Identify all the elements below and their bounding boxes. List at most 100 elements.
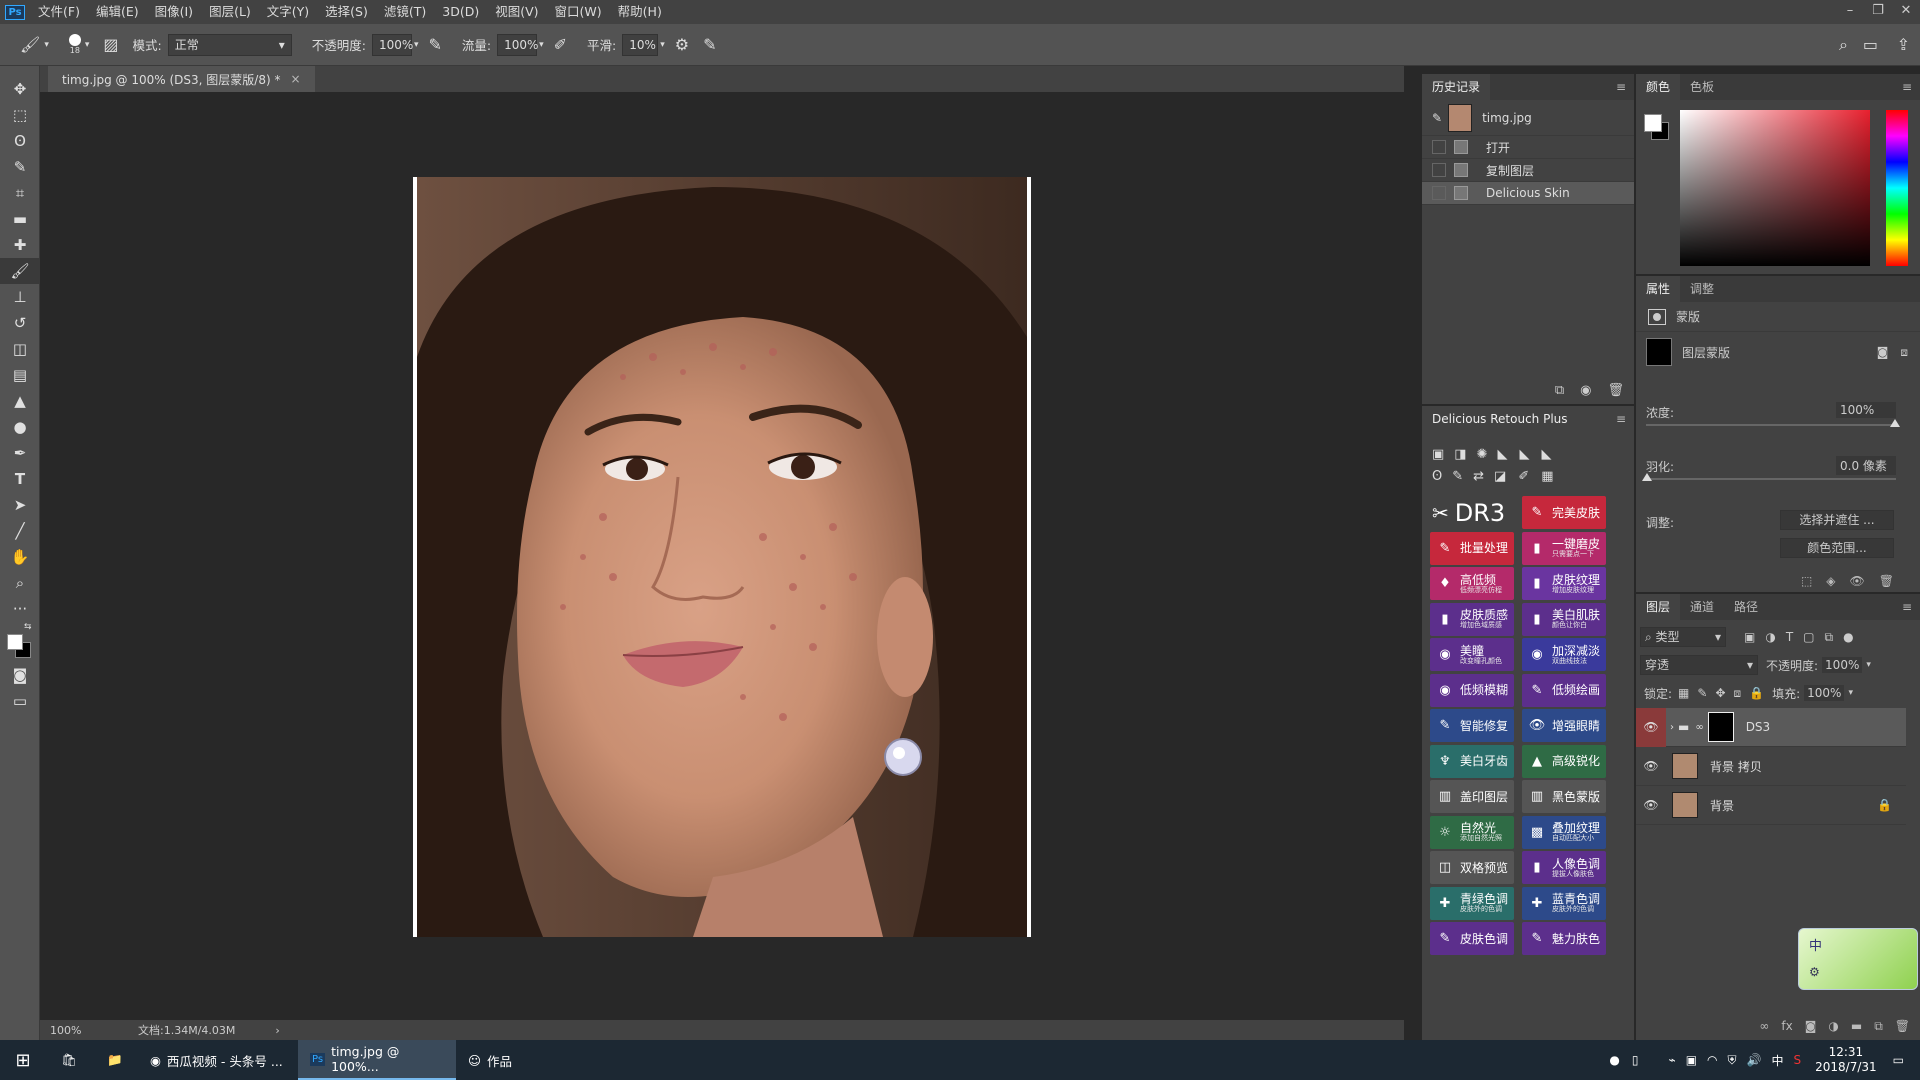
levels-icon[interactable]: ◣: [1520, 447, 1530, 462]
layer-row-background-copy[interactable]: 👁 背景 拷贝: [1636, 747, 1906, 786]
eye-icon[interactable]: 👁: [1636, 798, 1666, 812]
dr3-button[interactable]: ▲ 高级锐化: [1522, 744, 1606, 778]
pixel-filter-icon[interactable]: ▣: [1744, 630, 1755, 645]
menu-help[interactable]: 帮助(H): [610, 0, 670, 24]
airbrush-icon[interactable]: ✐: [554, 35, 567, 54]
add-vector-mask-icon[interactable]: ⧈: [1900, 345, 1908, 360]
select-pixel-mask-icon[interactable]: ◙: [1877, 345, 1889, 359]
type-filter-icon[interactable]: T: [1786, 630, 1793, 645]
pen-tool-icon[interactable]: ✒: [0, 440, 40, 466]
dr3-button[interactable]: ▮ 美白肌肤 颜色让你白: [1522, 602, 1606, 636]
lock-artboard-icon[interactable]: ⧈: [1734, 686, 1742, 701]
bandage-icon[interactable]: ✐: [1518, 469, 1529, 484]
shape-filter-icon[interactable]: ▢: [1803, 630, 1814, 645]
lock-image-icon[interactable]: ✎: [1697, 686, 1707, 700]
share-icon[interactable]: ⇪: [1897, 35, 1910, 54]
chevron-down-icon[interactable]: ▾: [1866, 660, 1871, 670]
restore-icon[interactable]: ❐: [1864, 0, 1892, 24]
hue-slider[interactable]: [1886, 110, 1908, 266]
eye-icon[interactable]: 👁: [1636, 759, 1666, 773]
color-swatches[interactable]: ⇆: [0, 622, 39, 662]
tab-color[interactable]: 颜色: [1636, 74, 1681, 100]
tab-adjustments[interactable]: 调整: [1680, 276, 1724, 302]
link-layers-icon[interactable]: ∞: [1759, 1019, 1769, 1034]
dr3-button[interactable]: ☼ 自然光 添加自然光照: [1430, 815, 1514, 849]
volume-icon[interactable]: 🔊: [1747, 1053, 1762, 1067]
photoshop-logo[interactable]: Ps: [0, 0, 30, 24]
dr3-button[interactable]: ▮ 皮肤纹理 增加皮肤纹理: [1522, 567, 1606, 600]
layer-name[interactable]: DS3: [1746, 720, 1771, 734]
fill-input[interactable]: 100%: [1804, 685, 1845, 701]
ruler-tool-icon[interactable]: ▬: [0, 206, 40, 232]
tab-channels[interactable]: 通道: [1680, 594, 1724, 620]
clock[interactable]: 12:31 2018/7/31: [1815, 1045, 1877, 1075]
tray-app-icon[interactable]: ▯: [1632, 1053, 1639, 1067]
blur-tool-icon[interactable]: ▲: [0, 388, 40, 414]
menu-file[interactable]: 文件(F): [30, 0, 88, 24]
windows-start-icon[interactable]: ⊞: [0, 1040, 46, 1080]
new-group-icon[interactable]: ▬: [1851, 1019, 1862, 1034]
menu-window[interactable]: 窗口(W): [547, 0, 610, 24]
move-tool-icon[interactable]: ✥: [0, 76, 40, 102]
dr3-button[interactable]: ▮ 皮肤质感 增加色域质感: [1430, 602, 1514, 636]
shield-icon[interactable]: ⛨: [1728, 1053, 1737, 1068]
chevron-down-icon[interactable]: ▾: [660, 40, 665, 50]
grid-icon[interactable]: ▦: [1541, 469, 1553, 484]
chevron-right-icon[interactable]: ›: [275, 1024, 279, 1037]
eye-icon[interactable]: 👁: [1636, 707, 1666, 747]
quick-mask-icon[interactable]: ◙: [0, 662, 40, 688]
zoom-level[interactable]: 100%: [50, 1024, 120, 1037]
dr3-button[interactable]: ✎ 皮肤色调: [1430, 922, 1514, 955]
load-selection-icon[interactable]: ⬚: [1801, 574, 1812, 588]
new-document-from-state-icon[interactable]: ⧉: [1555, 383, 1564, 398]
dr3-button[interactable]: ◫ 双格预览: [1430, 851, 1514, 884]
panel-menu-icon[interactable]: ≡: [1616, 412, 1626, 426]
brush-preset-picker[interactable]: 18: [68, 34, 81, 55]
pressure-size-icon[interactable]: ✎: [703, 35, 716, 54]
trash-icon[interactable]: 🗑: [1879, 574, 1894, 588]
taskbar-works[interactable]: ☺ 作品: [456, 1040, 602, 1080]
apply-mask-icon[interactable]: ◈: [1826, 574, 1835, 588]
levels-icon[interactable]: ◣: [1498, 447, 1508, 462]
wifi-icon[interactable]: ◠: [1707, 1053, 1717, 1067]
smoothing-input[interactable]: 10%: [622, 33, 659, 56]
document-image[interactable]: [413, 177, 1031, 937]
dr3-button[interactable]: ◉ 加深减淡 双曲线技法: [1522, 638, 1606, 671]
dr3-button[interactable]: ✚ 蓝青色调 皮肤外的色调: [1522, 886, 1606, 920]
menu-filter[interactable]: 滤镜(T): [376, 0, 434, 24]
history-source-checkbox[interactable]: [1432, 140, 1446, 154]
dr3-button[interactable]: ▥ 盖印图层: [1430, 780, 1514, 813]
panel-menu-icon[interactable]: ≡: [1616, 80, 1626, 94]
healing-brush-tool-icon[interactable]: ✚: [0, 232, 40, 258]
opacity-input[interactable]: 100%: [371, 33, 413, 56]
selection-icon[interactable]: ▣: [1432, 447, 1444, 462]
history-source-checkbox[interactable]: [1432, 163, 1446, 177]
tab-swatches[interactable]: 色板: [1680, 74, 1724, 100]
history-state[interactable]: 打开: [1422, 136, 1634, 159]
density-slider-thumb[interactable]: [1890, 419, 1900, 427]
tray-app-icon[interactable]: ▣: [1686, 1053, 1697, 1067]
panel-menu-icon[interactable]: ≡: [1902, 80, 1912, 94]
tray-app-icon[interactable]: ●: [1609, 1053, 1619, 1067]
menu-layer[interactable]: 图层(L): [201, 0, 259, 24]
dr3-button[interactable]: ♆ 美白牙齿: [1430, 744, 1514, 778]
gear-icon[interactable]: ⚙: [1809, 965, 1820, 979]
chevron-right-icon[interactable]: ›: [1670, 722, 1674, 733]
menu-3d[interactable]: 3D(D): [434, 0, 487, 24]
dr3-button[interactable]: 👁 增强眼睛: [1522, 709, 1606, 742]
camera-icon[interactable]: ◉: [1580, 383, 1591, 398]
close-icon[interactable]: ✕: [1892, 0, 1920, 24]
dr3-button[interactable]: ◉ 低频模糊: [1430, 673, 1514, 707]
lasso-icon[interactable]: ʘ: [1432, 469, 1442, 484]
select-and-mask-button[interactable]: 选择并遮住 ...: [1780, 510, 1894, 530]
layer-row-ds3[interactable]: 👁 › ▬ ∞ DS3: [1636, 707, 1906, 747]
history-brush-source-icon[interactable]: ✎: [1432, 111, 1442, 125]
dr3-button[interactable]: ♦ 高低频 低频漂亮仿程: [1430, 567, 1514, 600]
hand-tool-icon[interactable]: ✋: [0, 544, 40, 570]
history-state-current[interactable]: Delicious Skin: [1422, 182, 1634, 205]
pressure-opacity-icon[interactable]: ✎: [428, 35, 441, 54]
adjustment-filter-icon[interactable]: ◑: [1765, 630, 1775, 645]
dr3-button[interactable]: ▮ 一键磨皮 只需要点一下: [1522, 531, 1606, 565]
chevron-down-icon[interactable]: ▾: [44, 40, 49, 50]
type-tool-icon[interactable]: T: [0, 466, 40, 492]
